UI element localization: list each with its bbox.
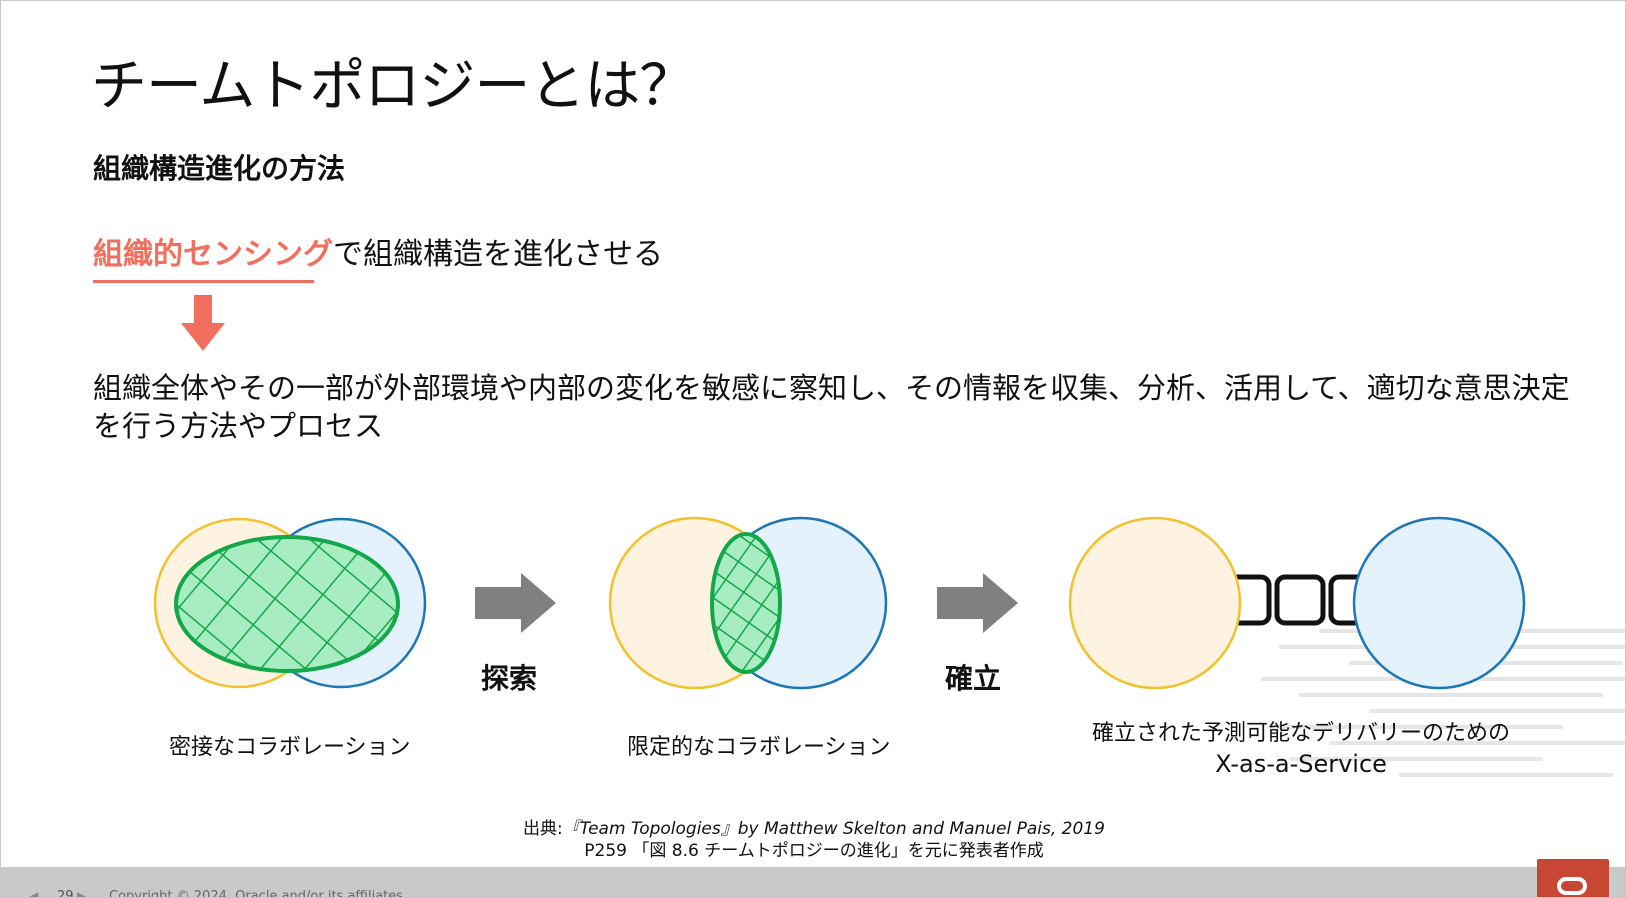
slide-subtitle: 組織構造進化の方法	[93, 152, 346, 185]
source-prefix: 出典:	[523, 819, 563, 839]
page-number: 29	[57, 889, 74, 898]
stage-caption-xaas-line2: X-as-a-Service	[1215, 750, 1387, 778]
stage-caption-close: 密接なコラボレーション	[169, 735, 411, 760]
copyright-text: Copyright © 2024, Oracle and/or its affi…	[109, 889, 404, 898]
source-citation: 出典:『Team Topologies』by Matthew Skelton a…	[1, 818, 1625, 862]
stage-caption-limited: 限定的なコラボレーション	[627, 735, 891, 760]
source-line1: 出典:『Team Topologies』by Matthew Skelton a…	[1, 818, 1625, 840]
description-text: 組織全体やその一部が外部環境や内部の変化を敏感に察知し、その情報を収集、分析、活…	[93, 371, 1570, 443]
stage-limited-collaboration	[608, 516, 888, 690]
transition-arrow-icon	[937, 573, 1018, 633]
down-arrow-icon	[181, 295, 225, 351]
transition-label-establish: 確立	[945, 662, 1002, 695]
collaboration-overlap	[710, 532, 782, 674]
slide: チームトポロジーとは？ 組織構造進化の方法 組織的センシングで組織構造を進化させ…	[0, 0, 1626, 898]
source-line2: P259 「図 8.6 チームトポロジーの進化」を元に発表者作成	[584, 841, 1044, 861]
collaboration-overlap	[174, 535, 400, 673]
team-a-circle	[1068, 516, 1242, 690]
lead-text: 組織的センシングで組織構造を進化させる	[93, 229, 663, 273]
oracle-logo	[1537, 859, 1609, 897]
lead-highlight: 組織的センシング	[93, 237, 333, 272]
transition-arrow-icon	[475, 573, 556, 633]
highlight-underline	[93, 280, 314, 283]
stage-caption-xaas: 確立された予測可能なデリバリーのための X-as-a-Service	[1091, 719, 1511, 779]
lead-rest: で組織構造を進化させる	[333, 237, 663, 272]
oracle-ring-icon	[1557, 877, 1587, 895]
stage-close-collaboration	[153, 517, 427, 689]
transition-label-explore: 探索	[481, 662, 538, 695]
stage-caption-xaas-line1: 確立された予測可能なデリバリーのための	[1091, 721, 1510, 746]
next-slide-icon[interactable]: ▶	[77, 889, 86, 897]
slide-footer: ◀ 29 ▶ Copyright © 2024, Oracle and/or i…	[1, 867, 1625, 898]
source-book: 『Team Topologies』by Matthew Skelton and …	[562, 819, 1105, 839]
team-evolution-diagram: 探索 確立 密接なコラボレーション 限定的なコラボレーション 確立された予測可能…	[1, 501, 1625, 781]
team-b-circle	[1352, 516, 1526, 690]
prev-slide-icon[interactable]: ◀	[29, 889, 38, 897]
slide-title: チームトポロジーとは？	[91, 54, 695, 119]
stage-x-as-a-service	[1068, 516, 1526, 690]
